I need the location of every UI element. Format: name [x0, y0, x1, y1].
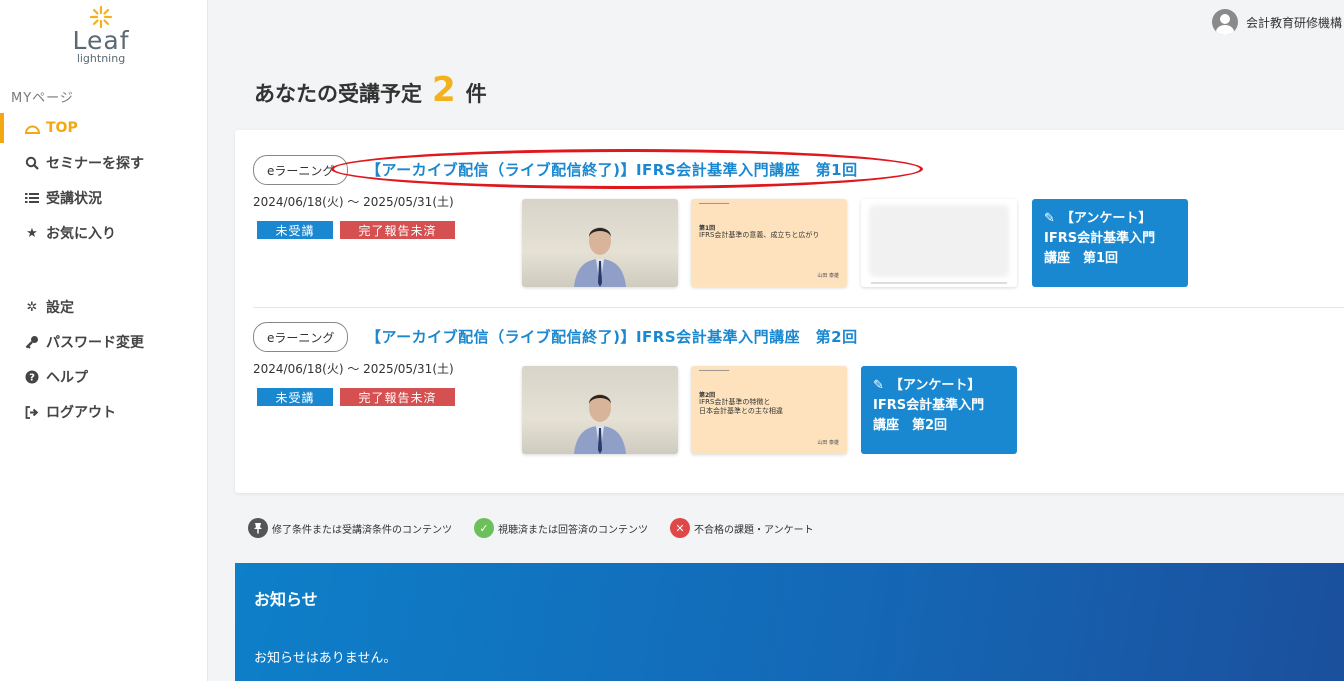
- slide-header: ━━━━━━━━━━: [699, 368, 730, 374]
- schedule-card: eラーニング 【アーカイブ配信（ライブ配信終了)】IFRS会計基準入門講座 第1…: [235, 130, 1344, 493]
- gear-icon: ✲: [26, 299, 38, 315]
- user-menu[interactable]: 会計教育研修機構: [1211, 9, 1342, 35]
- slide-title-line2: 日本会計基準との主な相違: [699, 407, 783, 415]
- survey-label: 【アンケート】: [1060, 211, 1152, 226]
- slide-title-line1: IFRS会計基準の特徴と: [699, 398, 771, 406]
- legend: 修了条件または受講済条件のコンテンツ ✓ 視聴済または回答済のコンテンツ ✕ 不…: [248, 518, 836, 538]
- video-thumbnail[interactable]: [522, 199, 678, 287]
- survey-session: 講座 第1回: [1044, 251, 1119, 266]
- course-period: 2024/06/18(火) ～ 2025/05/31(土): [253, 195, 454, 209]
- sidebar-item-search-seminar[interactable]: セミナーを探す: [0, 148, 208, 178]
- course-title-link[interactable]: 【アーカイブ配信（ライブ配信終了)】IFRS会計基準入門講座 第1回: [366, 159, 858, 180]
- survey-course-name: IFRS会計基準入門: [1044, 231, 1156, 246]
- leaf-logo[interactable]: Leaf lightning: [66, 5, 136, 69]
- legend-item-required: 修了条件または受講済条件のコンテンツ: [248, 518, 452, 538]
- thumbnail-footer-line: [871, 282, 1007, 284]
- legend-label: 不合格の課題・アンケート: [694, 524, 814, 536]
- page-title-suffix: 件: [465, 82, 487, 106]
- pin-icon: [248, 518, 268, 538]
- sidebar-item-label: セミナーを探す: [46, 156, 144, 172]
- slide-title: IFRS会計基準の意義、成立ちと広がり: [699, 231, 820, 239]
- video-thumbnail[interactable]: [522, 366, 678, 454]
- slide-author: 山田 泰雄: [817, 440, 839, 446]
- sidebar: Leaf lightning MYページ TOP セミナーを探す 受講状況 ★ …: [0, 0, 208, 681]
- status-badge-report-pending: 完了報告未済: [340, 388, 455, 406]
- slide-thumbnail[interactable]: ━━━━━━━━━━ 第1回 IFRS会計基準の意義、成立ちと広がり 山田 泰雄: [691, 199, 847, 287]
- list-icon: [24, 192, 40, 204]
- sidebar-item-label: お気に入り: [46, 226, 116, 242]
- page-title-prefix: あなたの受講予定: [254, 82, 422, 106]
- sidebar-item-settings[interactable]: ✲ 設定: [0, 292, 208, 322]
- page-title: あなたの受講予定 2 件: [254, 70, 487, 110]
- sidebar-item-label: 受講状況: [46, 191, 102, 207]
- sidebar-item-label: ログアウト: [46, 405, 116, 421]
- notice-panel: お知らせ お知らせはありません。: [235, 563, 1344, 681]
- pencil-icon: ✎: [1044, 211, 1055, 226]
- course-title-link[interactable]: 【アーカイブ配信（ライブ配信終了)】IFRS会計基準入門講座 第2回: [366, 326, 858, 347]
- status-badge-report-pending: 完了報告未済: [340, 221, 455, 239]
- logo-text: Leaf: [72, 26, 130, 55]
- sidebar-item-label: TOP: [46, 120, 78, 136]
- key-icon: [24, 335, 40, 349]
- blurred-content: [869, 205, 1009, 277]
- course-divider: [253, 307, 1344, 308]
- slide-title: IFRS会計基準の特徴と 日本会計基準との主な相違: [699, 398, 783, 416]
- survey-button[interactable]: ✎ 【アンケート】 IFRS会計基準入門 講座 第2回: [861, 366, 1017, 454]
- legend-item-failed: ✕ 不合格の課題・アンケート: [670, 518, 814, 538]
- mypage-section-label: MYページ: [11, 91, 74, 106]
- course-type-tag: eラーニング: [253, 322, 349, 352]
- sidebar-item-logout[interactable]: ログアウト: [0, 397, 208, 427]
- cross-icon: ✕: [670, 518, 690, 538]
- sidebar-item-password[interactable]: パスワード変更: [0, 327, 208, 357]
- svg-text:?: ?: [29, 373, 35, 384]
- material-thumbnail[interactable]: [861, 199, 1017, 287]
- lecturer-image: [574, 227, 626, 287]
- sidebar-item-label: パスワード変更: [46, 335, 144, 351]
- lecturer-image: [574, 394, 626, 454]
- sidebar-item-top[interactable]: TOP: [0, 113, 208, 143]
- help-icon: ?: [24, 370, 40, 384]
- sidebar-item-attendance[interactable]: 受講状況: [0, 183, 208, 213]
- course-type-tag: eラーニング: [253, 155, 349, 185]
- survey-button[interactable]: ✎ 【アンケート】 IFRS会計基準入門 講座 第1回: [1032, 199, 1188, 287]
- notice-message: お知らせはありません。: [254, 651, 397, 666]
- sidebar-item-help[interactable]: ? ヘルプ: [0, 362, 208, 392]
- survey-session: 講座 第2回: [873, 418, 948, 433]
- status-badge-not-taken: 未受講: [257, 221, 333, 239]
- legend-item-completed: ✓ 視聴済または回答済のコンテンツ: [474, 518, 648, 538]
- sidebar-item-label: 設定: [46, 300, 74, 316]
- search-icon: [24, 156, 40, 170]
- legend-label: 視聴済または回答済のコンテンツ: [498, 524, 648, 536]
- top-icon: [24, 123, 40, 134]
- pencil-icon: ✎: [873, 378, 884, 393]
- survey-label: 【アンケート】: [889, 378, 981, 393]
- star-icon: ★: [26, 225, 38, 241]
- survey-course-name: IFRS会計基準入門: [873, 398, 985, 413]
- avatar: [1211, 9, 1238, 35]
- sidebar-item-label: ヘルプ: [46, 370, 88, 386]
- course-period: 2024/06/18(火) ～ 2025/05/31(土): [253, 362, 454, 376]
- check-icon: ✓: [474, 518, 494, 538]
- status-badge-not-taken: 未受講: [257, 388, 333, 406]
- sidebar-item-favorites[interactable]: ★ お気に入り: [0, 218, 208, 248]
- logout-icon: [24, 405, 40, 419]
- course-count: 2: [432, 70, 456, 110]
- legend-label: 修了条件または受講済条件のコンテンツ: [272, 524, 452, 536]
- user-name: 会計教育研修機構: [1245, 15, 1342, 30]
- notice-title: お知らせ: [254, 590, 318, 609]
- slide-author: 山田 泰雄: [817, 273, 839, 279]
- slide-thumbnail[interactable]: ━━━━━━━━━━ 第2回 IFRS会計基準の特徴と 日本会計基準との主な相違…: [691, 366, 847, 454]
- slide-header: ━━━━━━━━━━: [699, 201, 730, 207]
